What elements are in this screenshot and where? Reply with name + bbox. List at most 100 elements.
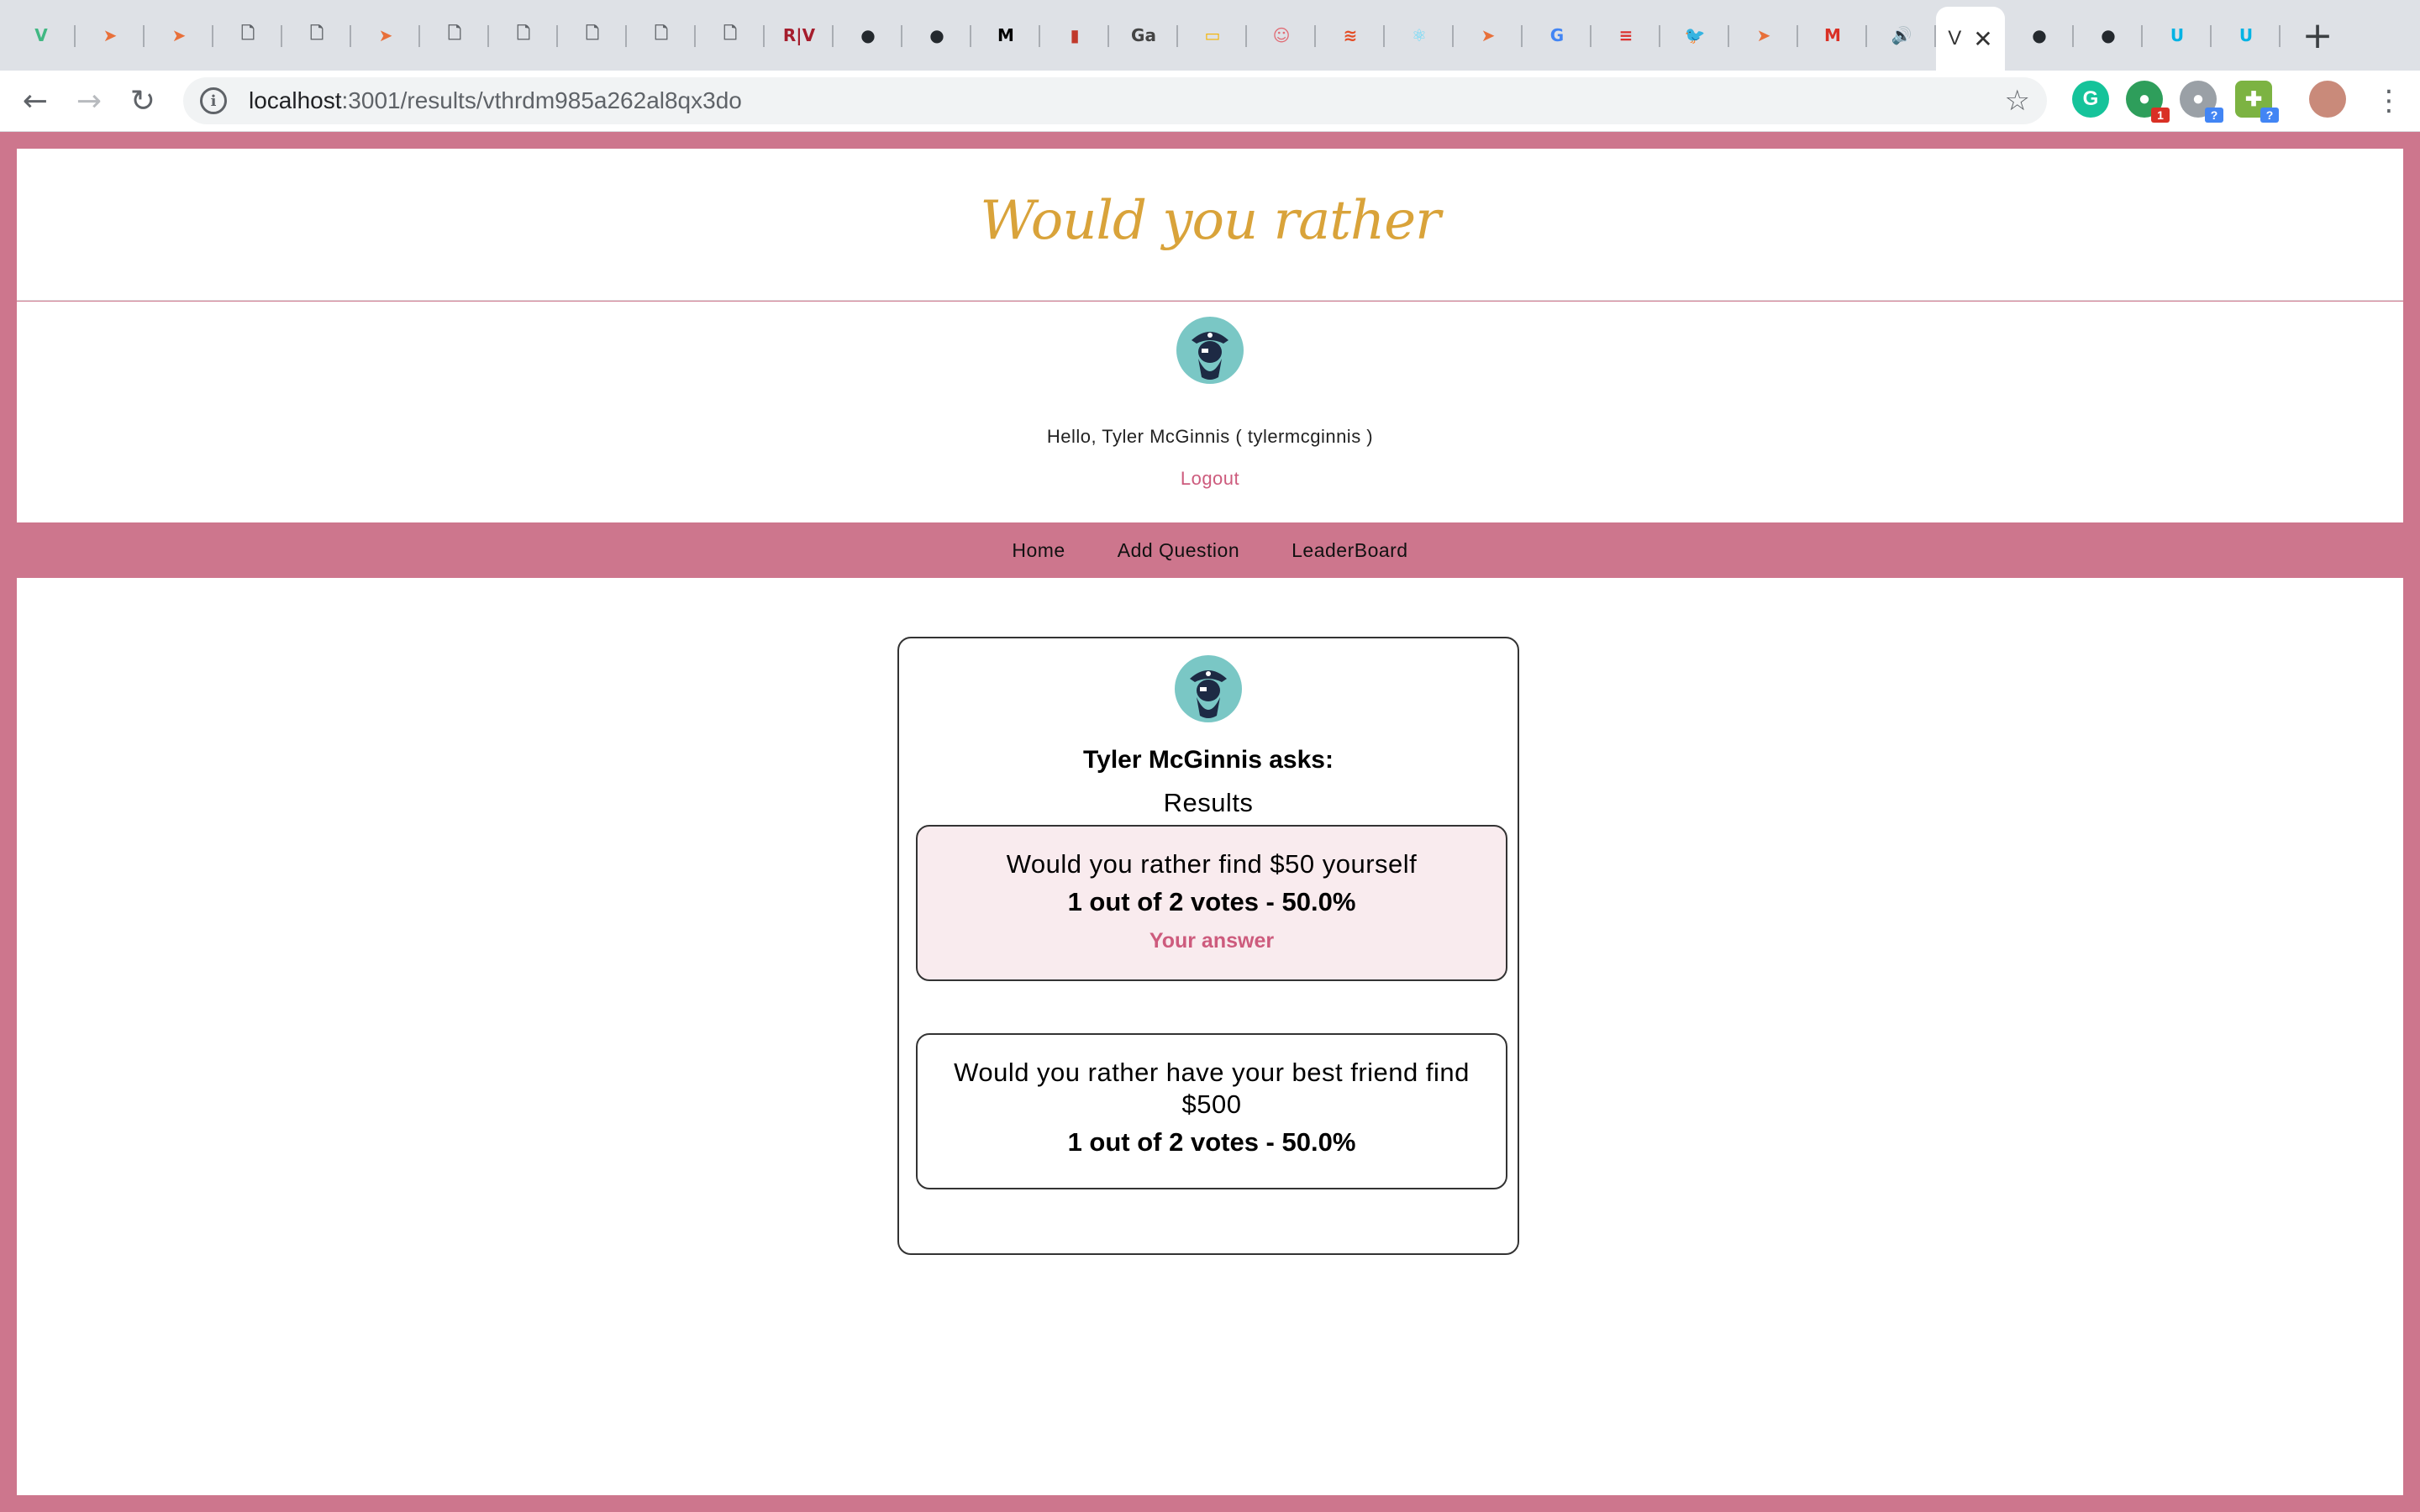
medium-icon: M	[997, 25, 1014, 45]
url-host: localhost	[249, 87, 342, 113]
browser-tab[interactable]: ➤	[145, 0, 213, 71]
nav-home[interactable]: Home	[1012, 539, 1065, 562]
browser-tab[interactable]: ≋	[1316, 0, 1385, 71]
greeting-text: Hello, Tyler McGinnis ( tylermcginnis )	[1046, 426, 1374, 447]
audio-icon: 🔊	[1891, 25, 1912, 45]
extension-green-icon[interactable]: ● 1	[2126, 81, 2170, 123]
tabs-container: V ➤ ➤ 🗋 🗋 ➤ 🗋 🗋 🗋 🗋 🗋 R|V ● ● M ▮ Ga ▭ ☺ ≋ ⚛ ➤ G ≡ 🐦 ➤ M 🔊	[7, 0, 1936, 71]
slides-icon: ▭	[1204, 25, 1221, 45]
browser-tab[interactable]: ➤	[351, 0, 420, 71]
browser-tab[interactable]: ●	[834, 0, 902, 71]
new-tab-button[interactable]: +	[2292, 10, 2343, 60]
browser-tab[interactable]: U	[2212, 0, 2281, 71]
back-button[interactable]: ←	[8, 74, 62, 128]
site-info-icon[interactable]: i	[200, 87, 227, 114]
browser-tab[interactable]: ⚛	[1385, 0, 1454, 71]
browser-tab[interactable]: ➤	[1454, 0, 1523, 71]
your-answer-badge: Your answer	[1149, 929, 1275, 953]
tab-active[interactable]: V ✕	[1936, 7, 2005, 71]
close-tab-icon[interactable]: ✕	[1973, 25, 1992, 53]
option-text: Would you rather have your best friend f…	[954, 1058, 1470, 1119]
profile-avatar[interactable]	[2309, 81, 2346, 118]
logout-link[interactable]: Logout	[17, 468, 2403, 490]
browser-tab[interactable]: Ga	[1109, 0, 1178, 71]
browser-tab[interactable]: ▭	[1178, 0, 1247, 71]
udacity-icon: U	[2238, 25, 2254, 45]
address-bar[interactable]: i localhost:3001/results/vthrdm985a262al…	[183, 77, 2047, 124]
github-icon: ●	[2032, 25, 2047, 45]
url-text[interactable]: localhost:3001/results/vthrdm985a262al8q…	[249, 87, 742, 114]
grammarly-extension-icon[interactable]: G	[2072, 81, 2109, 118]
document-icon: 🗋	[447, 23, 462, 43]
asker-avatar	[1175, 655, 1242, 722]
tab-strip: V ➤ ➤ 🗋 🗋 ➤ 🗋 🗋 🗋 🗋 🗋 R|V ● ● M ▮ Ga ▭ ☺ ≋ ⚛ ➤ G ≡ 🐦 ➤ M 🔊 V ✕ ● ● U U…	[0, 0, 2420, 71]
google-icon: G	[1549, 25, 1565, 45]
twitter-icon: 🐦	[1684, 25, 1706, 45]
plane-icon: ➤	[1481, 25, 1496, 45]
bookmark-star-icon[interactable]: ☆	[2005, 84, 2030, 118]
browser-tab[interactable]: 🗋	[489, 0, 558, 71]
option-text: Would you rather find $50 yourself	[1006, 849, 1418, 879]
user-bar: Hello, Tyler McGinnis ( tylermcginnis ) …	[17, 302, 2403, 522]
nav-leaderboard[interactable]: LeaderBoard	[1292, 539, 1408, 562]
pirate-avatar-icon	[1190, 670, 1227, 718]
option-card-selected: Would you rather find $50 yourself 1 out…	[916, 825, 1507, 981]
browser-tab[interactable]: M	[971, 0, 1040, 71]
app-page: Would you rather Hello, Tyler McGinnis (…	[0, 132, 2420, 1512]
browser-tab[interactable]: 🗋	[420, 0, 489, 71]
browser-tab[interactable]: 🗋	[627, 0, 696, 71]
plane-icon: ➤	[103, 25, 118, 45]
github-icon: ●	[860, 25, 876, 45]
active-tab-title: V	[1948, 27, 1962, 50]
github-icon: ●	[2101, 25, 2116, 45]
extension-gray-icon[interactable]: ●?	[2180, 81, 2223, 123]
results-heading: Results	[1163, 788, 1254, 817]
app-header: Would you rather	[17, 149, 2403, 301]
browser-tab[interactable]: M	[1798, 0, 1867, 71]
document-icon: 🗋	[516, 23, 531, 43]
browser-tab[interactable]: 🗋	[696, 0, 765, 71]
browser-tab[interactable]: ≡	[1591, 0, 1660, 71]
react-icon: ⚛	[1412, 25, 1427, 45]
option-votes: 1 out of 2 votes - 50.0%	[1067, 1127, 1356, 1157]
browser-tab[interactable]: 🗋	[213, 0, 282, 71]
browser-tab[interactable]: 🔊	[1867, 0, 1936, 71]
scala-icon: ≡	[1618, 25, 1634, 45]
vue-icon: V	[34, 25, 48, 45]
poll-results-card: Tyler McGinnis asks: Results Would you r…	[897, 637, 1519, 1255]
browser-tab[interactable]: G	[1523, 0, 1591, 71]
browser-tab[interactable]: ➤	[76, 0, 145, 71]
github-icon: ●	[929, 25, 944, 45]
reload-button[interactable]: ↻	[116, 74, 170, 128]
gmail-icon: M	[1824, 25, 1841, 45]
browser-tab[interactable]: 🗋	[282, 0, 351, 71]
browser-tab[interactable]: 🐦	[1660, 0, 1729, 71]
option-card: Would you rather have your best friend f…	[916, 1033, 1507, 1189]
plane-icon: ➤	[378, 25, 393, 45]
browser-tab[interactable]: ☺	[1247, 0, 1316, 71]
main-nav: Home Add Question LeaderBoard	[17, 522, 2403, 578]
document-icon: 🗋	[309, 23, 324, 43]
browser-tab[interactable]: ➤	[1729, 0, 1798, 71]
extension-puzzle-icon[interactable]: ✚?	[2235, 81, 2279, 123]
browser-tab[interactable]: U	[2143, 0, 2212, 71]
udacity-icon: U	[2170, 25, 2185, 45]
document-icon: 🗋	[723, 23, 738, 43]
browser-toolbar: ← → ↻ i localhost:3001/results/vthrdm985…	[0, 71, 2420, 132]
browser-tab[interactable]: ●	[2074, 0, 2143, 71]
browser-tab[interactable]: ▮	[1040, 0, 1109, 71]
document-icon: 🗋	[240, 23, 255, 43]
asker-heading: Tyler McGinnis asks:	[1083, 746, 1334, 774]
document-icon: 🗋	[654, 23, 669, 43]
browser-tab[interactable]: V	[7, 0, 76, 71]
ga-icon: Ga	[1131, 25, 1156, 45]
browser-tab[interactable]: R|V	[765, 0, 834, 71]
browser-tab[interactable]: 🗋	[558, 0, 627, 71]
nav-add-question[interactable]: Add Question	[1118, 539, 1239, 562]
browser-tab[interactable]: ●	[902, 0, 971, 71]
pirate-avatar-icon	[1192, 332, 1228, 380]
forward-button[interactable]: →	[62, 74, 116, 128]
browser-tab[interactable]: ●	[2005, 0, 2074, 71]
ticket-icon: ▮	[1070, 25, 1080, 45]
browser-menu-icon[interactable]: ⋮	[2375, 84, 2403, 118]
